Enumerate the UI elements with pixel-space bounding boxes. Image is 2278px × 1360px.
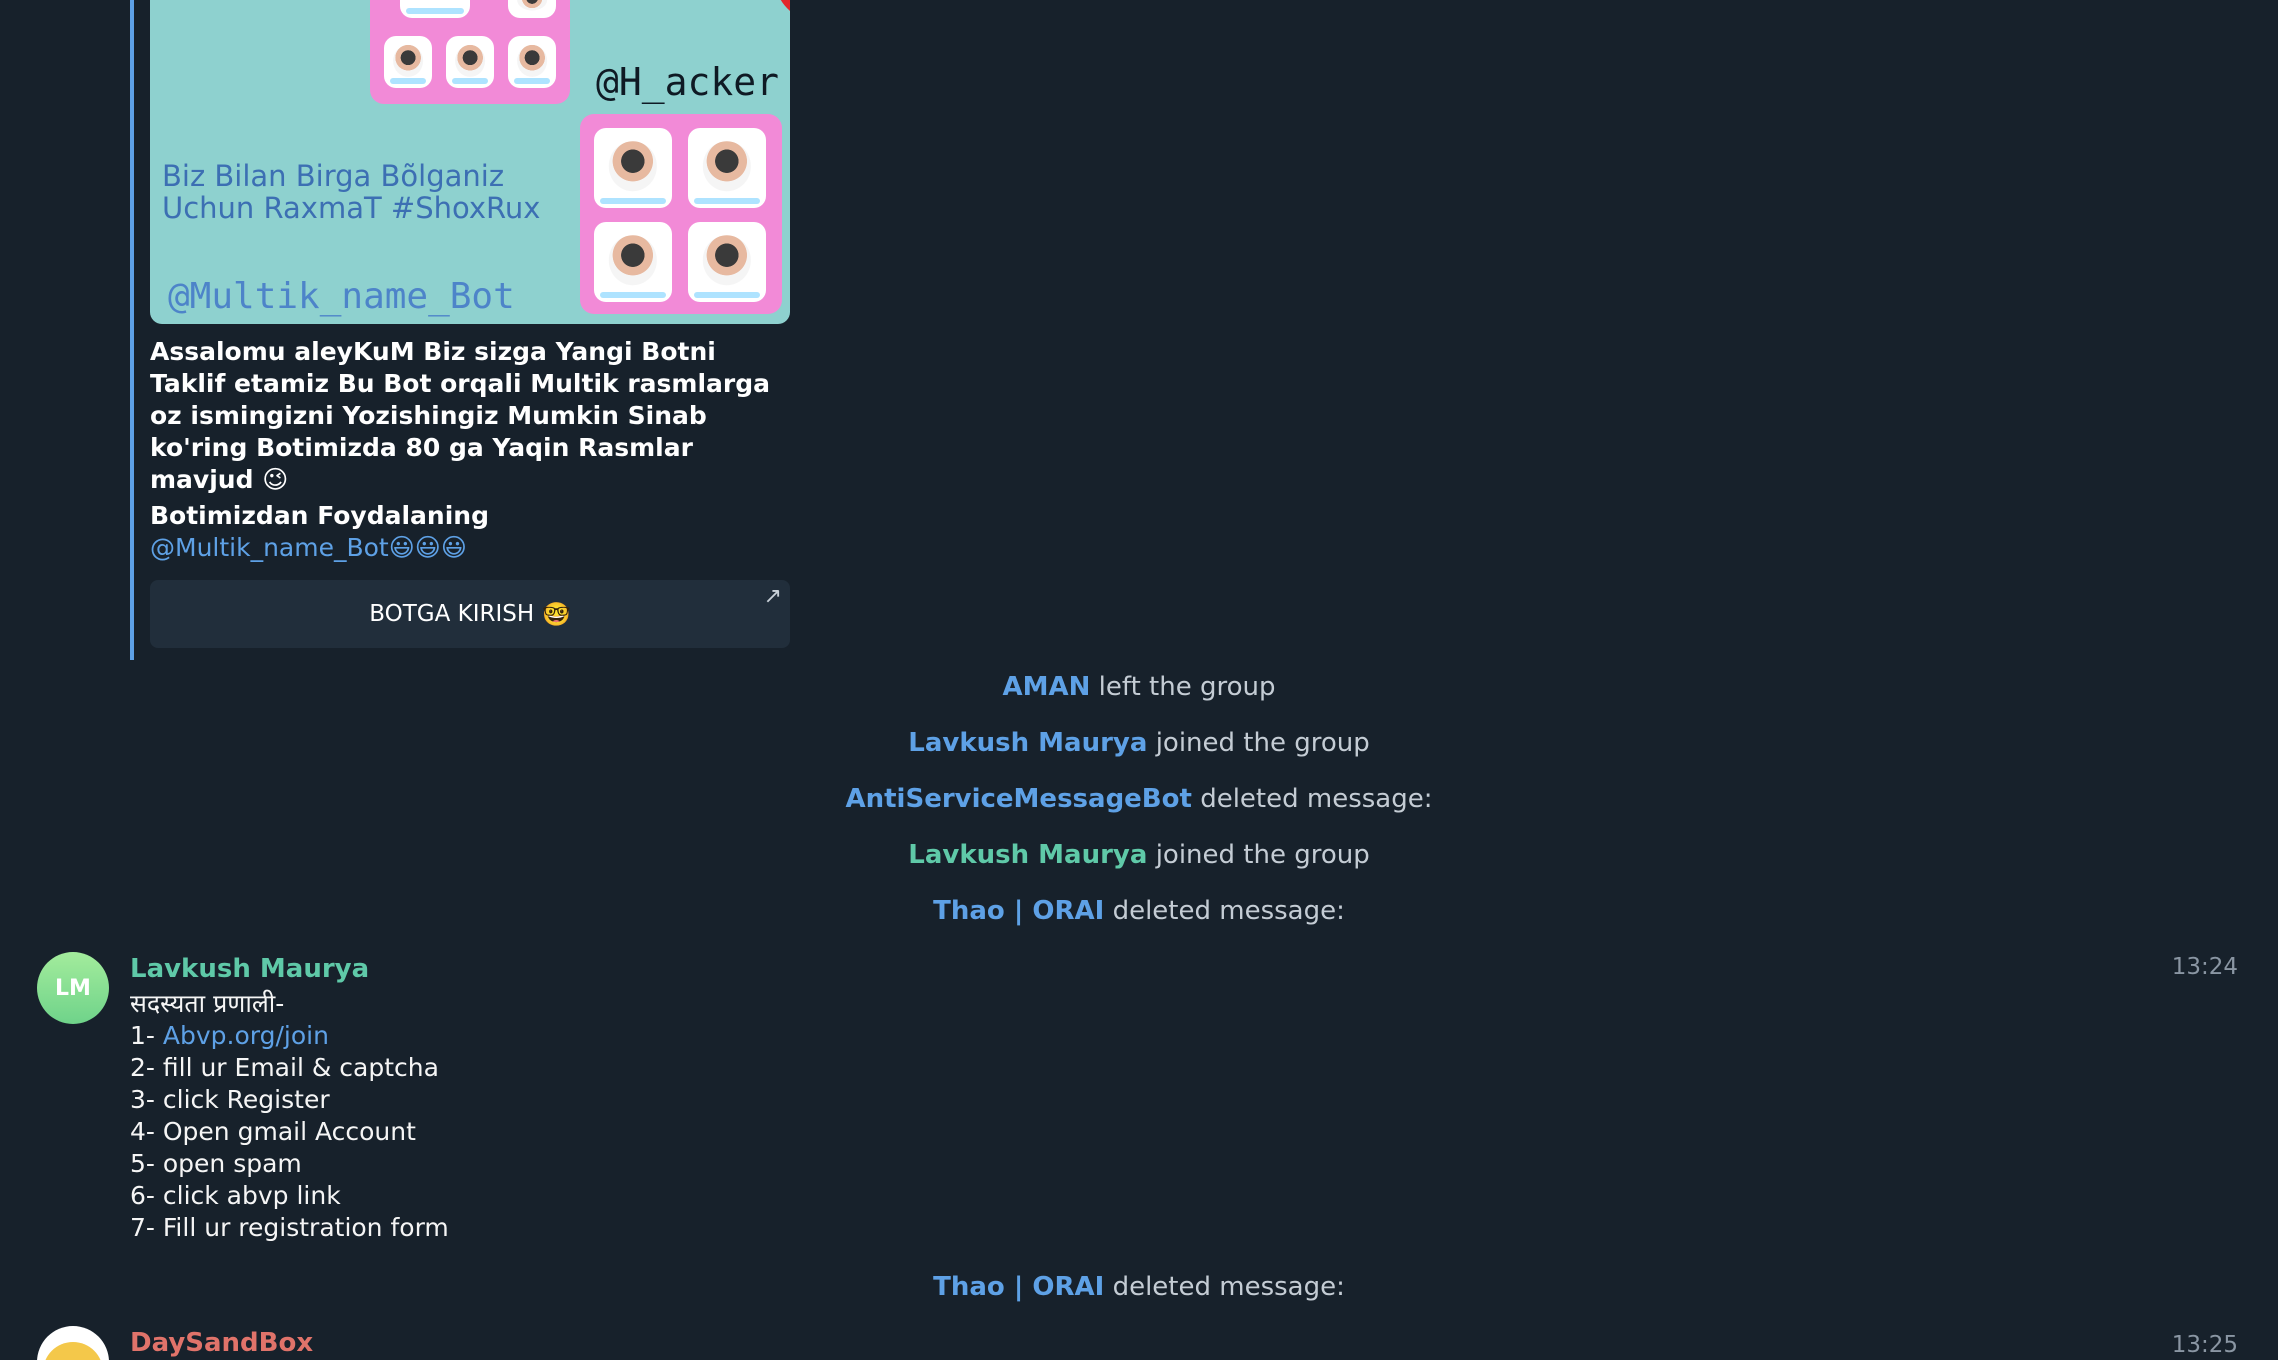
chat-message: DaySandBox 13:25 xyxy=(0,1326,2278,1360)
emoji-avatar-icon xyxy=(43,1342,103,1360)
sticker-card xyxy=(400,0,470,18)
sticker-card xyxy=(384,36,432,88)
service-action: deleted message: xyxy=(1200,784,1433,814)
service-actor[interactable]: Lavkush Maurya xyxy=(908,728,1147,758)
avatar[interactable] xyxy=(37,1326,109,1360)
image-tagline-text: Biz Bilan Birga Bõlganiz Uchun RaxmaT #S… xyxy=(162,159,541,225)
message-line: 7- Fill ur registration form xyxy=(130,1213,449,1242)
message-sender[interactable]: DaySandBox xyxy=(130,1328,313,1358)
service-message: Lavkush Maurya joined the group xyxy=(0,840,2278,870)
service-action: left the group xyxy=(1098,672,1276,702)
message-body: सदस्यता प्रणाली- 1- Abvp.org/join 2- fil… xyxy=(130,988,449,1244)
message-line: सदस्यता प्रणाली- xyxy=(130,989,285,1018)
smile-emojis: 😃😃😃 xyxy=(388,533,467,562)
service-actor[interactable]: AMAN xyxy=(1003,672,1091,702)
service-action: joined the group xyxy=(1155,840,1370,870)
quote-bar xyxy=(130,0,134,660)
service-action: deleted message: xyxy=(1112,896,1345,926)
sticker-card xyxy=(594,222,672,302)
sticker-card xyxy=(508,0,556,18)
sticker-panel-bottom xyxy=(580,114,782,314)
service-action: joined the group xyxy=(1155,728,1370,758)
service-actor[interactable]: Lavkush Maurya xyxy=(908,840,1147,870)
sticker-card xyxy=(688,128,766,208)
message-line: 3- click Register xyxy=(130,1085,330,1114)
sticker-card xyxy=(446,36,494,88)
message-line: 2- fill ur Email & captcha xyxy=(130,1053,439,1082)
chat-message: LM Lavkush Maurya 13:24 सदस्यता प्रणाली-… xyxy=(0,952,2278,1252)
service-message: Lavkush Maurya joined the group xyxy=(0,728,2278,758)
external-link-arrow-icon: ↗ xyxy=(763,584,782,609)
image-bot-name-text: @Multik_name_Bot xyxy=(168,276,515,317)
post-subheading: Botimizdan Foydalaning xyxy=(150,501,489,530)
sticker-card xyxy=(594,128,672,208)
service-actor[interactable]: Thao | ORAI xyxy=(933,1272,1104,1302)
sticker-card xyxy=(508,36,556,88)
post-body: Assalomu aleyKuM Biz sizga Yangi Botni T… xyxy=(150,337,771,494)
abvp-join-link[interactable]: Abvp.org/join xyxy=(163,1021,329,1050)
service-actor[interactable]: AntiServiceMessageBot xyxy=(846,784,1192,814)
bot-link[interactable]: @Multik_name_Bot xyxy=(150,533,389,562)
forwarded-post: @H_acker Biz Bilan Birga Bõlganiz Uchun … xyxy=(130,0,790,660)
image-handle-text: @H_acker xyxy=(596,60,780,104)
heart-icon xyxy=(780,0,790,11)
service-actor[interactable]: Thao | ORAI xyxy=(933,896,1104,926)
post-image[interactable]: @H_acker Biz Bilan Birga Bõlganiz Uchun … xyxy=(150,0,790,324)
message-line: 6- click abvp link xyxy=(130,1181,341,1210)
post-link-line: @Multik_name_Bot😃😃😃 xyxy=(150,532,467,564)
botga-kirish-label: BOTGA KIRISH xyxy=(369,601,535,627)
message-time: 13:25 xyxy=(2171,1332,2238,1358)
message-line: 5- open spam xyxy=(130,1149,302,1178)
service-message: AMAN left the group xyxy=(0,672,2278,702)
service-message: Thao | ORAI deleted message: xyxy=(0,896,2278,926)
service-message: AntiServiceMessageBot deleted message: xyxy=(0,784,2278,814)
sticker-card xyxy=(688,222,766,302)
message-sender[interactable]: Lavkush Maurya xyxy=(130,954,369,984)
service-message: Thao | ORAI deleted message: xyxy=(0,1272,2278,1302)
avatar[interactable]: LM xyxy=(37,952,109,1024)
service-action: deleted message: xyxy=(1112,1272,1345,1302)
message-time: 13:24 xyxy=(2171,954,2238,980)
message-line: 1- Abvp.org/join xyxy=(130,1021,329,1050)
sticker-panel-top xyxy=(370,0,570,104)
message-line: 4- Open gmail Account xyxy=(130,1117,416,1146)
wink-emoji-icon: 😉 xyxy=(262,465,289,494)
botga-kirish-button[interactable]: BOTGA KIRISH 🤓 ↗ xyxy=(150,580,790,648)
post-body-text: Assalomu aleyKuM Biz sizga Yangi Botni T… xyxy=(150,336,770,496)
nerd-emoji-icon: 🤓 xyxy=(542,601,571,628)
